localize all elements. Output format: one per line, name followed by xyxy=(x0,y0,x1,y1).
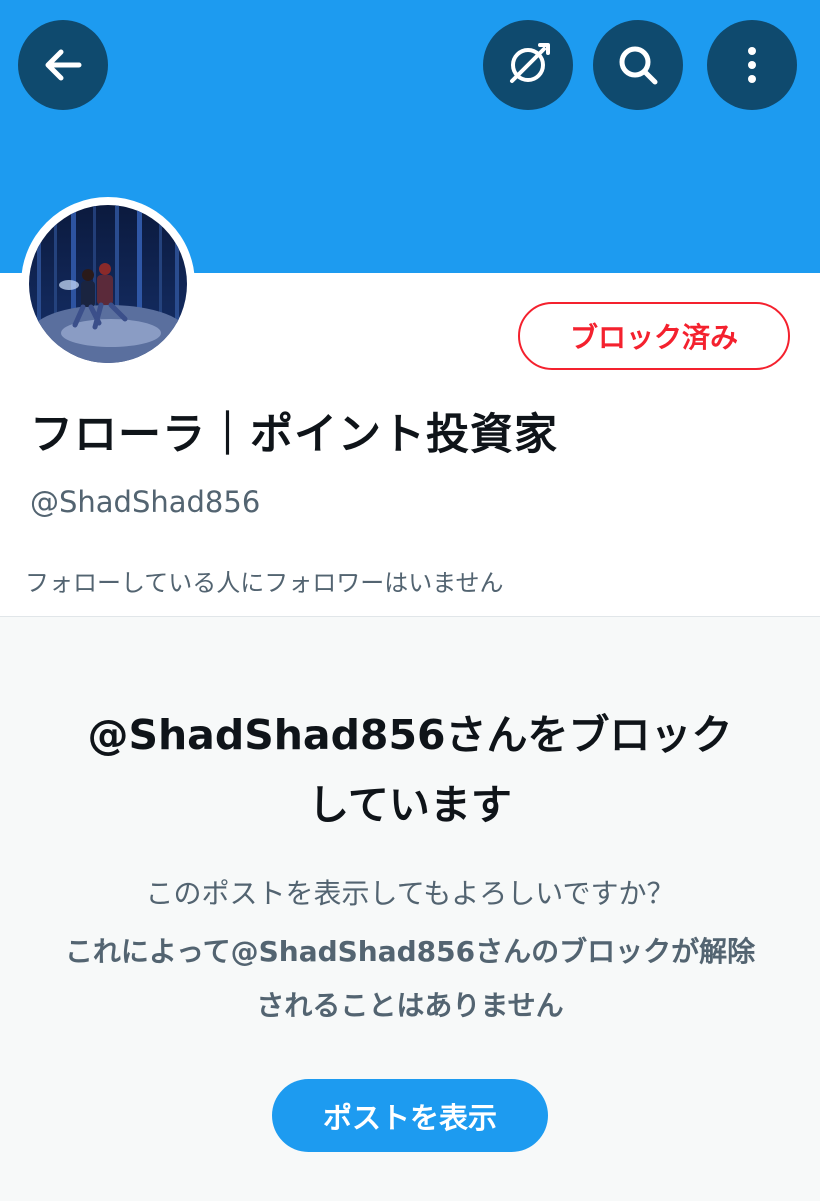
followers-you-know-note: フォローしている人にフォロワーはいません xyxy=(25,569,504,597)
blocked-button[interactable]: ブロック済み xyxy=(518,302,790,370)
more-vertical-icon xyxy=(748,47,756,83)
show-post-button[interactable]: ポストを表示 xyxy=(272,1079,548,1152)
globe-slash-icon xyxy=(510,43,550,83)
user-handle: @ShadShad856 xyxy=(30,485,261,519)
blocked-notice-question: このポストを表示してもよろしいですか？ xyxy=(145,877,675,910)
avatar-border xyxy=(21,197,195,371)
blocked-notice-note: これによって@ShadShad856さんのブロックが解除されることはありません xyxy=(64,935,756,1022)
avatar[interactable] xyxy=(29,205,187,363)
search-button[interactable] xyxy=(593,20,683,110)
more-button[interactable] xyxy=(707,20,797,110)
blocked-notice-title: @ShadShad856さんをブロックしています xyxy=(87,711,733,829)
display-name: フローラ｜ポイント投資家 xyxy=(30,410,558,460)
vpn-button[interactable] xyxy=(483,20,573,110)
avatar-image xyxy=(29,205,187,363)
arrow-left-icon xyxy=(45,49,82,81)
search-icon xyxy=(619,46,658,85)
back-button[interactable] xyxy=(18,20,108,110)
